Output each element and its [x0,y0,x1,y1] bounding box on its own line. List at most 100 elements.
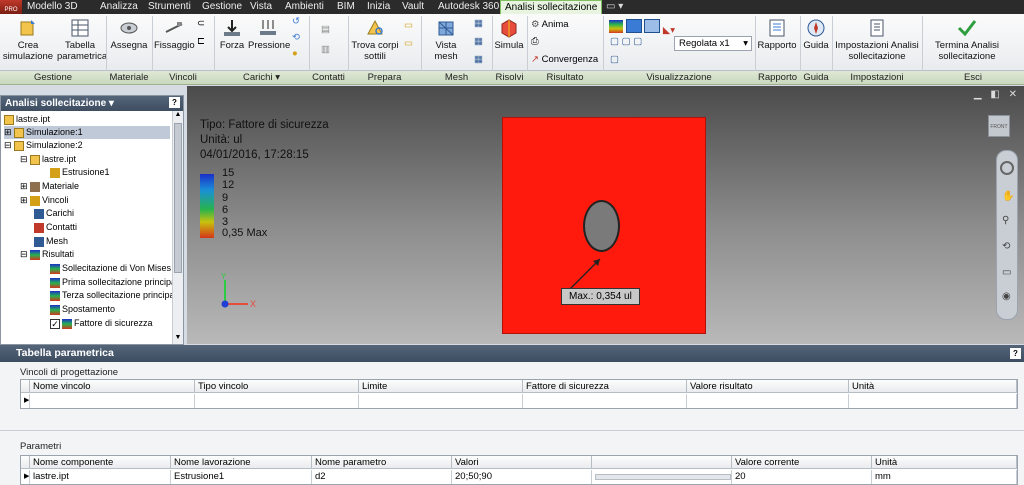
column-header[interactable]: Valore risultato [687,380,849,393]
orbit-icon[interactable]: ⟲ [1002,241,1010,252]
table-cell[interactable]: Estrusione1 [171,470,312,484]
offset-icon[interactable]: ▭ [404,38,413,49]
table-cell[interactable]: 20;50;90 [452,470,592,484]
parametric-table-header[interactable]: Tabella parametrica? [0,345,1024,362]
tree-node[interactable]: ⊟ Simulazione:2 [4,139,83,152]
tree-node[interactable]: Terza sollecitazione principale [50,289,182,302]
tabella-parametrica-button[interactable]: Tabella parametrica [57,18,107,62]
app-logo[interactable]: PRO [0,0,22,14]
moment-icon[interactable]: ⟲ [292,32,300,43]
tree-node[interactable]: Contatti [34,221,77,234]
browser-scrollbar[interactable]: ▲ ▼ [172,111,183,344]
convergence-settings-icon[interactable]: ▦ [474,54,483,65]
scroll-thumb[interactable] [174,123,182,273]
column-header[interactable]: Fattore di sicurezza [523,380,687,393]
table-cell[interactable]: mm [872,470,1017,484]
mesh-settings-icon[interactable]: ▦ [474,18,483,29]
column-header[interactable]: Valore corrente [732,456,872,469]
gravity-icon[interactable]: ● [292,48,298,59]
tree-node[interactable]: ⊞ Vincoli [20,194,68,207]
pressione-button[interactable]: Pressione [248,18,290,51]
fissaggio-button[interactable]: Fissaggio [154,18,195,51]
tree-node[interactable]: Estrusione1 [50,166,110,179]
trova-corpi-sottili-button[interactable]: Trova corpi sottili [350,18,400,62]
column-header[interactable]: Nome vincolo [30,380,195,393]
look-icon[interactable]: ◉ [1002,291,1011,302]
show-loads-icon[interactable]: ▢ [610,54,619,65]
table-cell[interactable] [30,394,195,408]
column-header[interactable]: Nome parametro [312,456,452,469]
table-cell[interactable] [687,394,849,408]
tree-node[interactable]: ⊟ lastre.ipt [20,153,76,166]
tab-analisi-sollecitazione[interactable]: Analisi sollecitazione [500,0,603,14]
column-header[interactable]: Valori [452,456,592,469]
probe-labels-icon[interactable]: ▢ ▢ ▢ [610,36,642,47]
midsurface-icon[interactable]: ▭ [404,20,413,31]
color-bar-icon[interactable] [609,20,623,33]
forza-button[interactable]: Forza [216,18,248,51]
tree-node[interactable]: ⊟ Risultati [20,248,74,261]
tab-modello-3d[interactable]: Modello 3D [27,0,78,14]
column-header[interactable] [592,456,732,469]
tree-node[interactable]: ⊞ Simulazione:1 [4,126,170,139]
look-at-icon[interactable]: ▭ [1002,267,1011,278]
tab-strumenti[interactable]: Strumenti [148,0,191,14]
checkbox-icon[interactable]: ✓ [50,318,60,329]
table-cell[interactable] [849,394,1017,408]
tree-node[interactable]: lastre.ipt [4,113,50,126]
range-slider-track[interactable] [595,474,731,480]
tab-analizza[interactable]: Analizza [100,0,138,14]
tree-node[interactable]: Carichi [34,207,74,220]
tree-node[interactable]: Prima sollecitazione principale [50,276,183,289]
zoom-icon[interactable]: ⚲ [1002,215,1009,226]
smooth-shading-icon[interactable] [644,19,661,33]
browser-header[interactable]: Analisi sollecitazione ▾? [1,96,183,111]
scroll-up-icon[interactable]: ▲ [173,111,183,121]
column-header[interactable]: Limite [359,380,523,393]
help-icon[interactable]: ? [1010,348,1021,359]
impostazioni-button[interactable]: Impostazioni Analisi sollecitazione [834,18,920,62]
tree-node[interactable]: Mesh [34,235,68,248]
tree-node[interactable]: Spostamento [50,303,115,316]
contour-shading-icon[interactable] [625,19,642,33]
anima-button[interactable]: ⚙ Anima [531,19,569,30]
viewcube-icon[interactable]: FRONT [988,115,1010,137]
frictionless-constraint-icon[interactable]: ⊏ [197,36,205,47]
tab-vista[interactable]: Vista [250,0,272,14]
tab-vault[interactable]: Vault [402,0,424,14]
column-header[interactable]: Nome lavorazione [171,456,312,469]
simula-button[interactable]: Simula [494,18,524,51]
column-header[interactable]: Tipo vincolo [195,380,359,393]
tab-gestione[interactable]: Gestione [202,0,242,14]
rapporto-button[interactable]: Rapporto [757,18,797,51]
bearing-load-icon[interactable]: ↺ [292,16,300,27]
table-cell[interactable] [359,394,523,408]
pin-constraint-icon[interactable]: ⊂ [197,18,205,29]
local-mesh-icon[interactable]: ▦ [474,36,483,47]
tab-extra-icon[interactable]: ▭ ▾ [606,0,623,14]
manual-contact-icon[interactable]: ▥ [321,44,330,55]
contacts-icon[interactable]: ▤ [321,24,330,35]
range-slider[interactable] [592,470,732,484]
scroll-down-icon[interactable]: ▼ [173,334,183,344]
table-cell[interactable]: d2 [312,470,452,484]
help-icon[interactable]: ? [169,97,180,108]
tab-ambienti[interactable]: Ambienti [285,0,324,14]
deformation-icon[interactable]: ◣▾ [663,25,675,36]
column-header[interactable]: Unità [872,456,1017,469]
termina-button[interactable]: Termina Analisi sollecitazione [924,18,1010,62]
pan-icon[interactable]: ✋ [1002,191,1014,202]
assegna-button[interactable]: Assegna [109,18,149,51]
column-header[interactable]: Unità [849,380,1017,393]
table-cell[interactable]: lastre.ipt [30,470,171,484]
deformation-scale-select[interactable]: Regolata x1 ▾ [674,36,752,51]
tree-node[interactable]: ✓ Fattore di sicurezza [50,317,153,330]
tree-node[interactable]: Sollecitazione di Von Mises [50,262,171,275]
tab-autodesk-360[interactable]: Autodesk 360 [438,0,499,14]
crea-simulazione-button[interactable]: Crea simulazione [2,18,54,62]
tree-node[interactable]: ⊞ Materiale [20,180,79,193]
table-cell[interactable] [523,394,687,408]
column-header[interactable]: Nome componente [30,456,171,469]
table-cell[interactable] [195,394,359,408]
tab-inizia[interactable]: Inizia [367,0,390,14]
